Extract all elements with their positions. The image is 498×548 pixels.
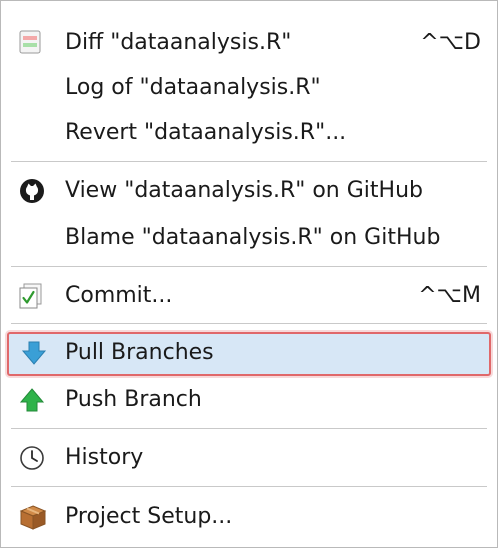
menu-item-label: Diff "dataanalysis.R" (65, 30, 292, 55)
menu-item-label: Pull Branches (65, 340, 214, 365)
menu-separator (11, 323, 487, 324)
menu-item-label: Commit... (65, 283, 173, 308)
push-arrow-icon (19, 387, 45, 413)
menu-item-push-branch[interactable]: Push Branch (1, 380, 497, 420)
menu-separator (11, 266, 487, 267)
menu-item-label: Project Setup... (65, 504, 233, 529)
menu-item-label: Log of "dataanalysis.R" (65, 75, 321, 100)
menu-item-view-on-github[interactable]: View "dataanalysis.R" on GitHub (1, 171, 497, 211)
keyboard-shortcut: ^⌥M (418, 283, 481, 308)
menu-separator (11, 428, 487, 429)
menu-item-label: Blame "dataanalysis.R" on GitHub (65, 225, 441, 250)
menu-item-history[interactable]: History (1, 438, 497, 478)
menu-item-diff[interactable]: Diff "dataanalysis.R" ^⌥D (1, 23, 497, 63)
menu-item-log[interactable]: Log of "dataanalysis.R" (1, 68, 497, 108)
keyboard-shortcut: ^⌥D (420, 30, 481, 55)
menu-item-label: History (65, 445, 144, 470)
clock-icon (19, 445, 45, 471)
menu-item-commit[interactable]: Commit... ^⌥M (1, 276, 497, 316)
menu-item-blame-on-github[interactable]: Blame "dataanalysis.R" on GitHub (1, 218, 497, 258)
pull-arrow-icon (21, 340, 47, 366)
menu-separator (11, 161, 487, 162)
menu-item-pull-branches[interactable]: Pull Branches (7, 332, 491, 376)
github-icon (19, 178, 45, 204)
menu-item-label: Push Branch (65, 387, 202, 412)
menu-item-project-setup[interactable]: Project Setup... (1, 497, 497, 537)
menu-separator (11, 486, 487, 487)
menu-item-label: Revert "dataanalysis.R"... (65, 120, 347, 145)
diff-icon (19, 30, 45, 56)
commit-icon (19, 283, 45, 309)
package-icon (19, 504, 47, 530)
menu-item-label: View "dataanalysis.R" on GitHub (65, 178, 423, 203)
menu-item-revert[interactable]: Revert "dataanalysis.R"... (1, 113, 497, 153)
vcs-context-menu: Diff "dataanalysis.R" ^⌥D Log of "dataan… (0, 0, 498, 548)
